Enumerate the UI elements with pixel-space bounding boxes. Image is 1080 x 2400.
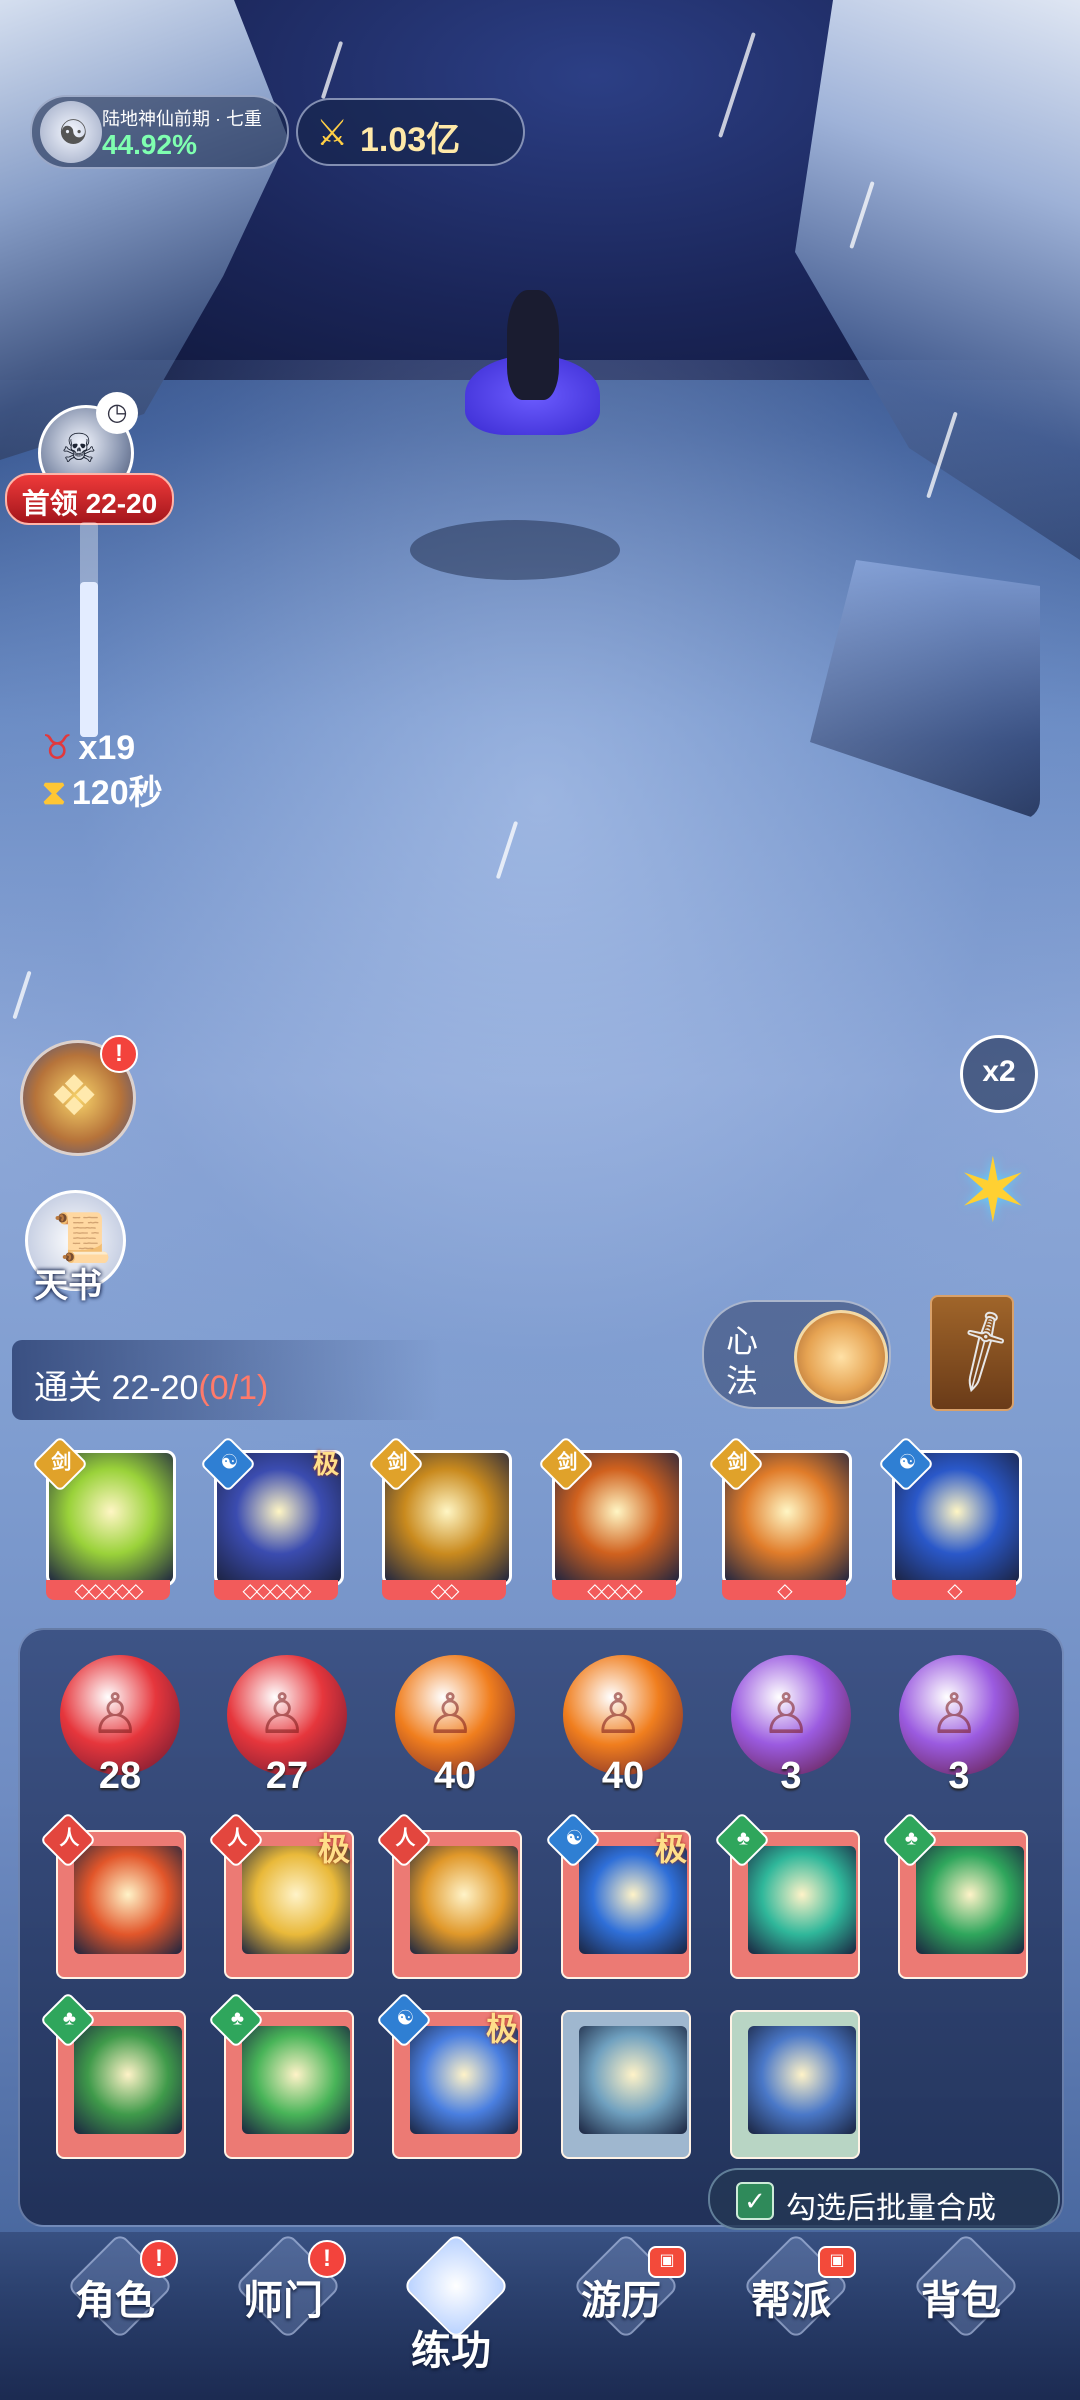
extreme-tag: 极 [312, 1449, 339, 1479]
disciple-orb[interactable]: ♙ 3 [726, 1655, 856, 1797]
disciple-orb-count: 3 [780, 1755, 802, 1797]
stage-clear-prefix: 通关 [34, 1369, 102, 1407]
bag-alert-badge: ! [100, 1035, 138, 1073]
time-left-value: 120秒 [71, 774, 163, 812]
clock-icon: ◷ [96, 392, 138, 434]
batch-merge-label: 勾选后批量合成 [786, 2192, 996, 2225]
skill-art [242, 2026, 350, 2134]
skill-book[interactable]: ♣ [713, 1811, 862, 1980]
equipped-skill-level: ◇ [777, 1580, 792, 1602]
equipped-skill-card[interactable]: 剑 ◇ [707, 1435, 852, 1602]
cultivation-realm: 陆地神仙前期 · 七重 [102, 109, 262, 129]
disciple-orb-count: 28 [98, 1755, 142, 1797]
weapon-button[interactable]: 🗡 [930, 1295, 1032, 1411]
skill-art [748, 1846, 856, 1954]
nav-tab-label: 角色 [75, 2279, 155, 2323]
skill-book[interactable]: ☯ 极 [375, 1991, 524, 2160]
boss-progress-fill [80, 582, 98, 737]
skill-book[interactable]: ☯ 极 [544, 1811, 693, 1980]
combat-power-value: 1.03亿 [360, 121, 461, 159]
xinfa-avatar [794, 1310, 888, 1404]
skill-book[interactable] [724, 2000, 862, 2160]
extreme-tag: 极 [654, 1831, 687, 1867]
combat-power[interactable]: ⚔ 1.03亿 [296, 98, 525, 166]
treasure-bag-icon: ❖ [49, 1064, 100, 1127]
skill-art [74, 2026, 182, 2134]
speed-toggle-button[interactable]: x2 [960, 1035, 1038, 1113]
nav-tab-0[interactable]: 角色! [40, 2232, 190, 2380]
skill-art [74, 1846, 182, 1954]
stage-clear-text: 通关 22-20(0/1) [34, 1360, 268, 1409]
boss-stage-label: 首领 22-20 [21, 488, 158, 519]
skill-book[interactable]: ♣ [39, 1991, 188, 2160]
enemy-count-value: x19 [78, 729, 136, 767]
disciple-orb[interactable]: ♙ 40 [390, 1655, 520, 1797]
disciple-orb[interactable]: ♙ 40 [558, 1655, 688, 1797]
nav-tab-2[interactable]: 练功 [376, 2232, 526, 2380]
nav-tab-4[interactable]: 帮派 ▣ [716, 2232, 866, 2380]
nav-tab-1[interactable]: 师门! [208, 2232, 358, 2380]
nav-tab-label: 背包 [921, 2279, 1001, 2323]
cultivation-status[interactable]: ☯ 陆地神仙前期 · 七重 44.92% [30, 95, 289, 169]
skill-book[interactable]: ♣ [207, 1991, 356, 2160]
skill-art [579, 2026, 687, 2134]
skill-art [916, 1846, 1024, 1954]
check-icon[interactable]: ✓ [736, 2182, 774, 2220]
disciple-orb-count: 27 [265, 1755, 309, 1797]
skill-book[interactable]: ♣ [881, 1811, 1030, 1980]
six-point-star-icon: ✶ [956, 1141, 1030, 1240]
demon-head-icon: ♉ [42, 729, 73, 767]
equipped-skill-card[interactable]: 剑 ◇◇◇◇ [537, 1435, 682, 1602]
disciple-orb[interactable]: ♙ 3 [894, 1655, 1024, 1797]
xinfa-button[interactable]: 心 法 [702, 1300, 891, 1409]
skill-art [748, 2026, 856, 2134]
skill-book[interactable] [555, 2000, 693, 2160]
equipped-skill-level: ◇◇ [430, 1580, 460, 1602]
time-left: ⧗ 120秒 [42, 765, 163, 814]
cultivation-progress: 44.92% [102, 129, 197, 160]
hourglass-icon: ⧗ [42, 774, 66, 812]
disciple-orb-count: 40 [433, 1755, 477, 1797]
immortal-avatar-icon: ☯ [40, 101, 102, 163]
equipped-skill-card[interactable]: ☯ ◇◇◇◇◇ 极 [199, 1435, 344, 1602]
equipped-skill-level: ◇◇◇◇◇ [242, 1580, 312, 1602]
stage-progress: (0/1) [198, 1369, 269, 1407]
nav-tab-3[interactable]: 游历 ▣ [546, 2232, 696, 2380]
skill-book[interactable]: 人 [39, 1811, 188, 1980]
disciple-orb[interactable]: ♙ 27 [222, 1655, 352, 1797]
equipped-skill-card[interactable]: 剑 ◇◇◇◇◇ [31, 1435, 176, 1602]
nav-tab-label: 师门 [243, 2279, 323, 2323]
tianshu-label: 天书 [34, 1267, 102, 1305]
skill-book[interactable]: 人 极 [207, 1811, 356, 1980]
skill-book[interactable]: 人 [375, 1811, 524, 1980]
equipped-skill-level: ◇◇◇◇ [587, 1580, 643, 1602]
skill-art [410, 1846, 518, 1954]
extreme-tag: 极 [317, 1831, 350, 1867]
equipped-skill-level: ◇ [947, 1580, 962, 1602]
crossed-swords-icon: ⚔ [316, 112, 349, 153]
chest-icon: ▣ [818, 2246, 856, 2278]
disciple-orb[interactable]: ♙ 28 [55, 1655, 185, 1797]
disciple-orb-count: 40 [601, 1755, 645, 1797]
nav-tab-5[interactable]: 背包 [886, 2232, 1036, 2380]
enemy-count: ♉ x19 [42, 728, 135, 768]
equipped-skill-card[interactable]: 剑 ◇◇ [367, 1435, 512, 1602]
xinfa-label-2: 法 [726, 1363, 759, 1399]
equipped-skill-level: ◇◇◇◇◇ [74, 1580, 144, 1602]
equipped-skill-card[interactable]: ☯ ◇ [877, 1435, 1022, 1602]
chest-icon: ▣ [648, 2246, 686, 2278]
batch-merge-toggle[interactable]: ✓ 勾选后批量合成 [708, 2168, 1060, 2230]
star-button[interactable]: ✶ [952, 1141, 1042, 1240]
boss-progress-track [80, 522, 98, 737]
boss-stage-badge: 首领 22-20 [5, 473, 174, 525]
nav-tab-label: 练功 [411, 2329, 491, 2373]
stage-level: 22-20 [111, 1369, 199, 1407]
stage-clear-bar[interactable]: 通关 22-20(0/1) [12, 1340, 442, 1420]
nav-alert-badge: ! [140, 2240, 178, 2278]
disciple-orb-count: 3 [948, 1755, 970, 1797]
extreme-tag: 极 [485, 2011, 518, 2047]
nav-alert-badge: ! [308, 2240, 346, 2278]
player-character [410, 260, 620, 580]
